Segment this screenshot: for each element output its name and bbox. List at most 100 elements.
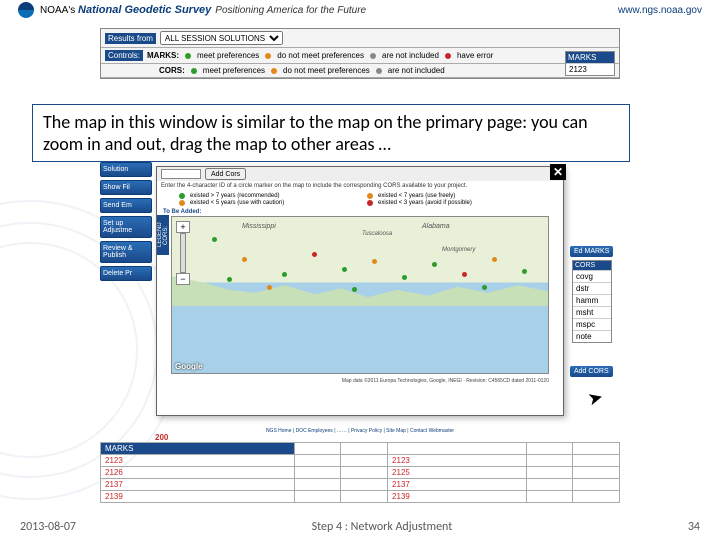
header-title: National Geodetic Survey [78, 4, 211, 16]
map-pin-icon[interactable] [492, 257, 497, 262]
table-row: 21372137 [101, 479, 620, 491]
cors-id-input[interactable] [161, 169, 201, 179]
main-panel: Results from ALL SESSION SOLUTIONS Contr… [100, 28, 620, 79]
noaa-logo-icon [18, 2, 34, 18]
dot-orange-icon [367, 193, 373, 199]
cors-list-header: CORS [573, 261, 611, 270]
map-label-tusc: Tuscaloosa [362, 231, 392, 237]
map-label-mont: Montgomery [442, 247, 475, 253]
map-pin-icon[interactable] [372, 259, 377, 264]
cors-list-item[interactable]: msht [573, 306, 611, 318]
map-label-ms: Mississippi [242, 223, 276, 230]
zoom-out-button[interactable]: − [176, 273, 190, 285]
map-pin-icon[interactable] [242, 257, 247, 262]
modal-topbar: Add Cors [157, 167, 563, 181]
map-label-al: Alabama [422, 223, 450, 230]
map-pin-icon[interactable] [282, 272, 287, 277]
sidebar-item[interactable]: Review & Publish [100, 241, 152, 263]
cors-list-item[interactable]: hamm [573, 294, 611, 306]
dot-green-icon [191, 68, 197, 74]
cors-label: CORS: [159, 66, 185, 75]
dot-red-icon [367, 200, 373, 206]
map-pin-icon[interactable] [352, 287, 357, 292]
map-pin-icon[interactable] [462, 272, 467, 277]
dot-green-icon [179, 193, 185, 199]
cors-list-item[interactable]: dstr [573, 282, 611, 294]
map-pin-icon[interactable] [432, 262, 437, 267]
dot-orange-icon [265, 53, 271, 59]
map-pin-icon[interactable] [402, 275, 407, 280]
slide-date: 2013-08-07 [20, 520, 76, 534]
controls-label: Controls: [105, 50, 143, 61]
legend-label: LEGEND CORS: [157, 215, 169, 255]
map-pin-icon[interactable] [212, 237, 217, 242]
results-select[interactable]: ALL SESSION SOLUTIONS [160, 31, 283, 45]
dot-green-icon [185, 53, 191, 59]
map-pin-icon[interactable] [312, 252, 317, 257]
header-url: www.ngs.noaa.gov [618, 5, 702, 16]
cors-list-item[interactable]: mspc [573, 318, 611, 330]
cors-notincl: are not included [388, 66, 445, 75]
legend-item: existed > 7 years (recommended) [190, 193, 280, 199]
cors-list: CORS covg dstr hamm msht mspc note [572, 260, 612, 343]
sidebar-item[interactable]: Solution [100, 162, 152, 177]
marks-list-header: MARKS [566, 52, 614, 63]
map-pin-icon[interactable] [267, 285, 272, 290]
marks-notincl: are not included [382, 51, 439, 60]
dot-red-icon [445, 53, 451, 59]
zoom-in-button[interactable]: + [176, 221, 190, 233]
sidebar-item[interactable]: Set up Adjustme [100, 216, 152, 238]
table-header: MARKS [101, 443, 295, 455]
modal-hint: Enter the 4-character ID of a circle mar… [157, 181, 563, 191]
edit-marks-button[interactable]: Ed MARKS [570, 246, 613, 257]
results-row: Results from ALL SESSION SOLUTIONS [101, 29, 619, 48]
dot-orange-icon [179, 200, 185, 206]
map-pin-icon[interactable] [342, 267, 347, 272]
marks-list: MARKS 2123 [565, 51, 615, 76]
dot-gray-icon [370, 53, 376, 59]
map-pin-icon[interactable] [482, 285, 487, 290]
slide-number: 34 [688, 520, 700, 534]
map-pin-icon[interactable] [227, 277, 232, 282]
cors-legend: existed > 7 years (recommended) existed … [157, 191, 563, 208]
close-icon[interactable]: ✕ [550, 164, 566, 180]
google-logo-icon: Google [175, 362, 203, 371]
map-zoom-control: + − [176, 221, 190, 285]
sidebar-item[interactable]: Show Fil [100, 180, 152, 195]
marks-label: MARKS: [147, 51, 179, 60]
add-cors-modal: ✕ Add Cors Enter the 4-character ID of a… [156, 166, 564, 416]
marks-meet: meet preferences [197, 51, 259, 60]
sidebar-item[interactable]: Send Em [100, 198, 152, 213]
table-row: 21392139 [101, 491, 620, 503]
legend-item: existed < 7 years (use freely) [378, 193, 455, 199]
sidebar-item[interactable]: Delete Pr [100, 266, 152, 281]
zoom-slider[interactable] [180, 233, 186, 273]
page-header: NOAA's National Geodetic Survey Position… [0, 0, 720, 20]
footer-links[interactable]: NGS Home | DOC Employees | …… | Privacy … [100, 428, 620, 434]
legend-item: existed < 3 years (avoid if possible) [378, 200, 472, 206]
map-pin-icon[interactable] [522, 269, 527, 274]
dot-orange-icon [271, 68, 277, 74]
header-tagline: Positioning America for the Future [215, 5, 366, 16]
map-viewport[interactable]: Mississippi Alabama Tuscaloosa Montgomer… [171, 216, 549, 374]
add-cors-side-button[interactable]: Add CORS [570, 366, 613, 377]
modal-footer-text: Map data ©2011 Europa Technologies, Goog… [157, 376, 563, 386]
marks-list-item[interactable]: 2123 [566, 63, 614, 75]
slide-footer: 2013-08-07 Step 4 : Network Adjustment 3… [0, 520, 720, 534]
legend-item: existed < 5 years (use with caution) [190, 200, 284, 206]
cors-list-item[interactable]: note [573, 330, 611, 342]
add-cors-button[interactable]: Add Cors [205, 168, 246, 180]
marks-legend-row: Controls: MARKS: meet preferences do not… [101, 48, 619, 64]
dot-gray-icon [376, 68, 382, 74]
cors-legend-row: CORS: meet preferences do not meet prefe… [101, 64, 619, 78]
cors-list-item[interactable]: covg [573, 270, 611, 282]
cors-notmeet: do not meet preferences [283, 66, 370, 75]
red-200-label: 200 [155, 433, 168, 442]
to-be-added-label: To Be Added: [157, 208, 563, 216]
cors-meet: meet preferences [203, 66, 265, 75]
cursor-icon: ➤ [586, 386, 606, 410]
marks-err: have error [457, 51, 493, 60]
left-sidebar: Solution Show Fil Send Em Set up Adjustm… [100, 162, 152, 284]
table-row: 21262125 [101, 467, 620, 479]
marks-table: MARKS 21232123 21262125 21372137 2139213… [100, 442, 620, 503]
